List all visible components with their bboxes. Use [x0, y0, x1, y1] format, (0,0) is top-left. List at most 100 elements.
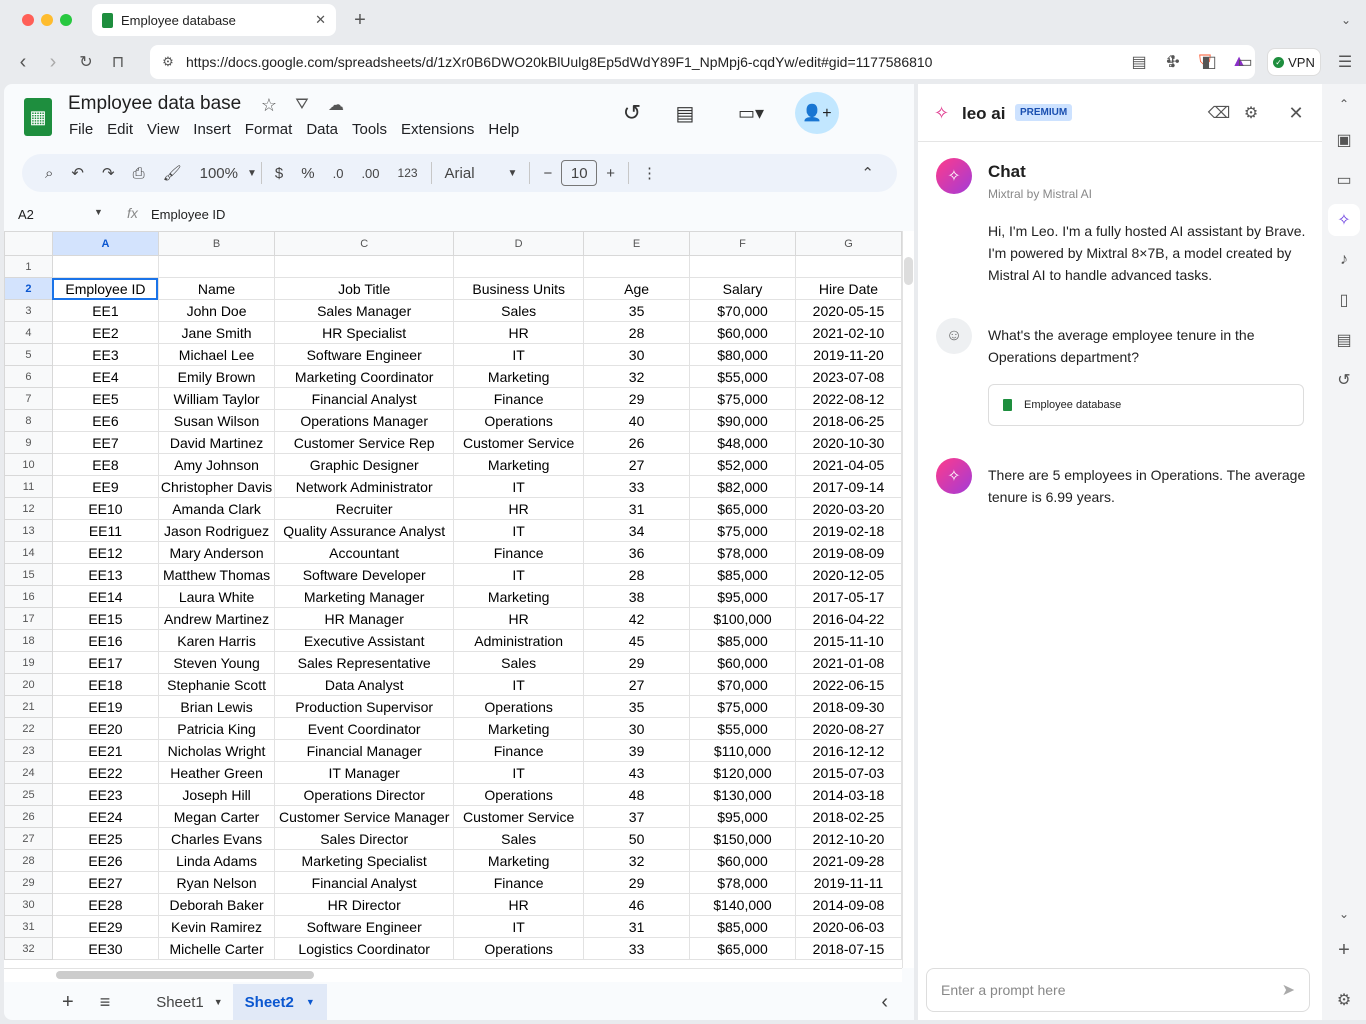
- cell[interactable]: Amanda Clark: [157, 497, 276, 520]
- cell[interactable]: Karen Harris: [157, 629, 276, 652]
- cell[interactable]: HR: [453, 321, 585, 344]
- cell[interactable]: 2014-03-18: [794, 783, 902, 806]
- cell[interactable]: Customer Service: [453, 431, 585, 454]
- bookmarks-sidebar-icon[interactable]: ▯: [1334, 290, 1354, 310]
- bookmark-icon[interactable]: ⊓: [107, 50, 129, 74]
- cell[interactable]: Susan Wilson: [157, 409, 276, 432]
- cell[interactable]: $55,000: [689, 365, 796, 388]
- cell[interactable]: 2019-11-20: [794, 343, 902, 366]
- cell[interactable]: 2020-08-27: [794, 717, 902, 740]
- cell[interactable]: Customer Service: [453, 805, 585, 828]
- cell[interactable]: Marketing Manager: [274, 585, 455, 608]
- sidebar-toggle-icon[interactable]: ◧: [1198, 50, 1220, 74]
- cell[interactable]: Marketing: [453, 717, 585, 740]
- cell[interactable]: HR: [453, 893, 585, 916]
- cell[interactable]: HR Director: [274, 893, 455, 916]
- column-title-cell[interactable]: Hire Date: [794, 277, 902, 300]
- cell[interactable]: IT: [453, 563, 585, 586]
- menu-help[interactable]: Help: [488, 121, 519, 138]
- cell[interactable]: Deborah Baker: [157, 893, 276, 916]
- cell[interactable]: [583, 255, 691, 278]
- column-title-cell[interactable]: Salary: [689, 277, 796, 300]
- reading-list-icon[interactable]: ▣: [1334, 130, 1354, 150]
- paint-format-icon[interactable]: 🖌: [154, 164, 191, 182]
- close-window-button[interactable]: [22, 14, 34, 26]
- cell[interactable]: EE9: [51, 475, 159, 498]
- cell[interactable]: [51, 255, 159, 278]
- cell[interactable]: HR Specialist: [274, 321, 455, 344]
- cell[interactable]: EE30: [51, 937, 159, 960]
- cell[interactable]: $60,000: [689, 321, 796, 344]
- cell[interactable]: Marketing Coordinator: [274, 365, 455, 388]
- cell[interactable]: $70,000: [689, 299, 796, 322]
- column-title-cell[interactable]: Age: [583, 277, 691, 300]
- cell[interactable]: Andrew Martinez: [157, 607, 276, 630]
- cell[interactable]: Marketing: [453, 453, 585, 476]
- sheet-tab-chevron-icon[interactable]: ▼: [214, 997, 223, 1007]
- cell[interactable]: IT: [453, 761, 585, 784]
- cell[interactable]: $85,000: [689, 915, 796, 938]
- cell[interactable]: $70,000: [689, 673, 796, 696]
- extensions-icon[interactable]: ✣: [1162, 50, 1184, 74]
- font-chevron-icon[interactable]: ▼: [508, 168, 518, 179]
- cell[interactable]: 35: [583, 695, 691, 718]
- cell[interactable]: EE11: [51, 519, 159, 542]
- cell[interactable]: Kevin Ramirez: [157, 915, 276, 938]
- scroll-up-icon[interactable]: ⌃: [1334, 94, 1354, 114]
- cell[interactable]: EE20: [51, 717, 159, 740]
- attached-page-card[interactable]: Employee database: [988, 384, 1304, 426]
- formula-input[interactable]: Employee ID: [151, 207, 225, 222]
- row-header[interactable]: 27: [4, 827, 53, 850]
- name-box[interactable]: A2: [18, 207, 34, 222]
- cell[interactable]: EE17: [51, 651, 159, 674]
- cell[interactable]: IT: [453, 519, 585, 542]
- cell[interactable]: Patricia King: [157, 717, 276, 740]
- cell[interactable]: Operations: [453, 783, 585, 806]
- send-icon[interactable]: ➤: [1282, 980, 1295, 1000]
- cell[interactable]: 2019-02-18: [794, 519, 902, 542]
- row-header[interactable]: 6: [4, 365, 53, 388]
- cell[interactable]: EE26: [51, 849, 159, 872]
- column-header-g[interactable]: G: [794, 231, 902, 256]
- cell[interactable]: Michelle Carter: [157, 937, 276, 960]
- cell[interactable]: 29: [583, 651, 691, 674]
- menu-format[interactable]: Format: [245, 121, 293, 138]
- row-header[interactable]: 28: [4, 849, 53, 872]
- row-header[interactable]: 16: [4, 585, 53, 608]
- cell[interactable]: Financial Analyst: [274, 387, 455, 410]
- cell[interactable]: Production Supervisor: [274, 695, 455, 718]
- cell[interactable]: [274, 255, 455, 278]
- cell[interactable]: 43: [583, 761, 691, 784]
- cell[interactable]: Administration: [453, 629, 585, 652]
- row-header[interactable]: 21: [4, 695, 53, 718]
- cell[interactable]: 2018-09-30: [794, 695, 902, 718]
- cell[interactable]: 31: [583, 497, 691, 520]
- cell[interactable]: Financial Manager: [274, 739, 455, 762]
- cell[interactable]: Laura White: [157, 585, 276, 608]
- cell[interactable]: 46: [583, 893, 691, 916]
- cell[interactable]: 30: [583, 343, 691, 366]
- cell[interactable]: 45: [583, 629, 691, 652]
- cell[interactable]: 35: [583, 299, 691, 322]
- row-header[interactable]: 29: [4, 871, 53, 894]
- cell[interactable]: 33: [583, 937, 691, 960]
- cell[interactable]: 2021-09-28: [794, 849, 902, 872]
- redo-icon[interactable]: ↷: [93, 164, 124, 182]
- row-header[interactable]: 31: [4, 915, 53, 938]
- collapse-toolbar-icon[interactable]: ⌃: [852, 164, 883, 182]
- cell[interactable]: $110,000: [689, 739, 796, 762]
- cell[interactable]: 36: [583, 541, 691, 564]
- cell[interactable]: 2018-07-15: [794, 937, 902, 960]
- cell[interactable]: David Martinez: [157, 431, 276, 454]
- select-all-corner[interactable]: [4, 231, 53, 256]
- cell[interactable]: Sales Director: [274, 827, 455, 850]
- row-header[interactable]: 4: [4, 321, 53, 344]
- cell[interactable]: [689, 255, 796, 278]
- cell[interactable]: 40: [583, 409, 691, 432]
- cell[interactable]: Heather Green: [157, 761, 276, 784]
- cell[interactable]: Sales: [453, 651, 585, 674]
- minimize-window-button[interactable]: [41, 14, 53, 26]
- cell[interactable]: 2021-02-10: [794, 321, 902, 344]
- cell[interactable]: Michael Lee: [157, 343, 276, 366]
- cell[interactable]: Software Engineer: [274, 915, 455, 938]
